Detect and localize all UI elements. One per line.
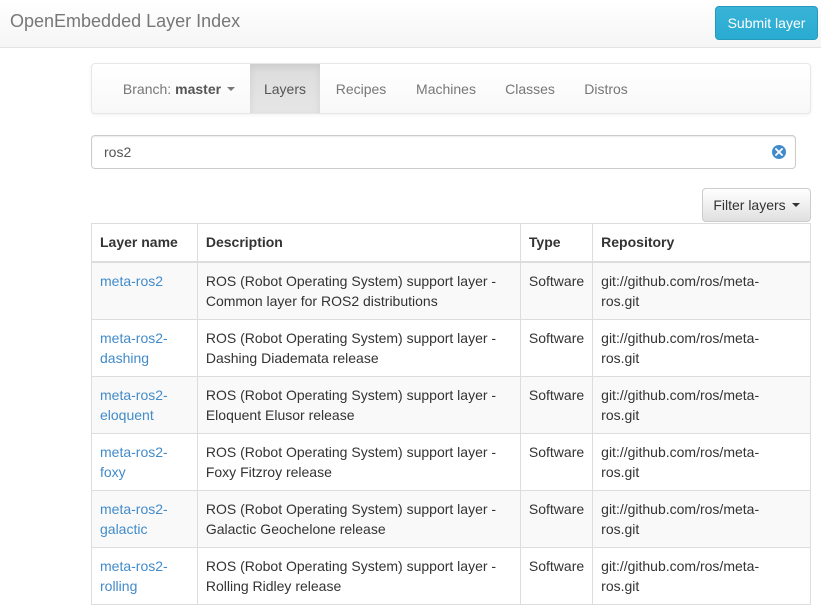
branch-value: master bbox=[175, 80, 222, 97]
description-cell: ROS (Robot Operating System) support lay… bbox=[196, 432, 521, 491]
section-nav: Branch: master Layers Recipes Machines Cl… bbox=[91, 63, 811, 114]
search-box bbox=[91, 135, 796, 169]
table-row: meta-ros2 ROS (Robot Operating System) s… bbox=[91, 261, 811, 320]
header-type[interactable]: Type bbox=[519, 223, 594, 263]
layer-name-cell: meta-ros2- eloquent bbox=[91, 375, 198, 434]
description-cell: ROS (Robot Operating System) support lay… bbox=[196, 261, 521, 320]
description-cell: ROS (Robot Operating System) support lay… bbox=[196, 318, 521, 377]
layer-link[interactable]: meta-ros2- foxy bbox=[100, 444, 168, 480]
layers-table: Layer name Description Type Repository m… bbox=[91, 223, 811, 605]
chevron-down-icon bbox=[791, 203, 800, 207]
clear-search-icon[interactable] bbox=[772, 145, 786, 159]
repository-cell: git://github.com/ros/meta-ros.git bbox=[592, 546, 811, 605]
tab-machines[interactable]: Machines bbox=[403, 64, 489, 113]
search-input[interactable] bbox=[91, 135, 796, 169]
repository-cell: git://github.com/ros/meta-ros.git bbox=[592, 375, 811, 434]
repository-cell: git://github.com/ros/meta-ros.git bbox=[592, 489, 811, 548]
table-row: meta-ros2- rolling ROS (Robot Operating S… bbox=[91, 546, 811, 605]
layer-link[interactable]: meta-ros2 bbox=[100, 273, 163, 289]
header-description[interactable]: Description bbox=[196, 223, 521, 263]
tab-layers[interactable]: Layers bbox=[250, 64, 320, 113]
type-cell: Software bbox=[519, 318, 594, 377]
description-cell: ROS (Robot Operating System) support lay… bbox=[196, 546, 521, 605]
tab-classes[interactable]: Classes bbox=[494, 64, 566, 113]
filter-layers-label: Filter layers bbox=[713, 197, 786, 213]
type-cell: Software bbox=[519, 261, 594, 320]
tab-distros[interactable]: Distros bbox=[570, 64, 642, 113]
description-cell: ROS (Robot Operating System) support lay… bbox=[196, 375, 521, 434]
type-cell: Software bbox=[519, 432, 594, 491]
layer-name-cell: meta-ros2- galactic bbox=[91, 489, 198, 548]
brand-title[interactable]: OpenEmbedded Layer Index bbox=[10, 11, 240, 32]
layer-name-cell: meta-ros2- dashing bbox=[91, 318, 198, 377]
table-row: meta-ros2- foxy ROS (Robot Operating Syst… bbox=[91, 432, 811, 491]
top-navbar: OpenEmbedded Layer Index Submit layer bbox=[0, 0, 821, 48]
filter-layers-button[interactable]: Filter layers bbox=[702, 188, 811, 222]
description-cell: ROS (Robot Operating System) support lay… bbox=[196, 489, 521, 548]
table-header-row: Layer name Description Type Repository bbox=[91, 223, 811, 263]
header-repository[interactable]: Repository bbox=[592, 223, 811, 263]
branch-prefix: Branch: bbox=[122, 80, 172, 97]
submit-layer-button[interactable]: Submit layer bbox=[715, 6, 818, 40]
repository-cell: git://github.com/ros/meta-ros.git bbox=[592, 318, 811, 377]
layer-name-cell: meta-ros2 bbox=[91, 261, 198, 320]
table-row: meta-ros2- eloquent ROS (Robot Operating … bbox=[91, 375, 811, 434]
layer-link[interactable]: meta-ros2- rolling bbox=[100, 558, 168, 594]
type-cell: Software bbox=[519, 546, 594, 605]
layer-link[interactable]: meta-ros2- eloquent bbox=[100, 387, 168, 423]
type-cell: Software bbox=[519, 375, 594, 434]
branch-dropdown[interactable]: Branch: master bbox=[108, 64, 250, 113]
header-layer-name[interactable]: Layer name bbox=[91, 223, 198, 263]
table-row: meta-ros2- galactic ROS (Robot Operating … bbox=[91, 489, 811, 548]
table-row: meta-ros2- dashing ROS (Robot Operating S… bbox=[91, 318, 811, 377]
repository-cell: git://github.com/ros/meta-ros.git bbox=[592, 432, 811, 491]
chevron-down-icon bbox=[227, 86, 236, 91]
tab-recipes[interactable]: Recipes bbox=[323, 64, 399, 113]
layer-link[interactable]: meta-ros2- dashing bbox=[100, 330, 168, 366]
layer-name-cell: meta-ros2- foxy bbox=[91, 432, 198, 491]
layer-name-cell: meta-ros2- rolling bbox=[91, 546, 198, 605]
layer-link[interactable]: meta-ros2- galactic bbox=[100, 501, 168, 537]
type-cell: Software bbox=[519, 489, 594, 548]
repository-cell: git://github.com/ros/meta-ros.git bbox=[592, 261, 811, 320]
